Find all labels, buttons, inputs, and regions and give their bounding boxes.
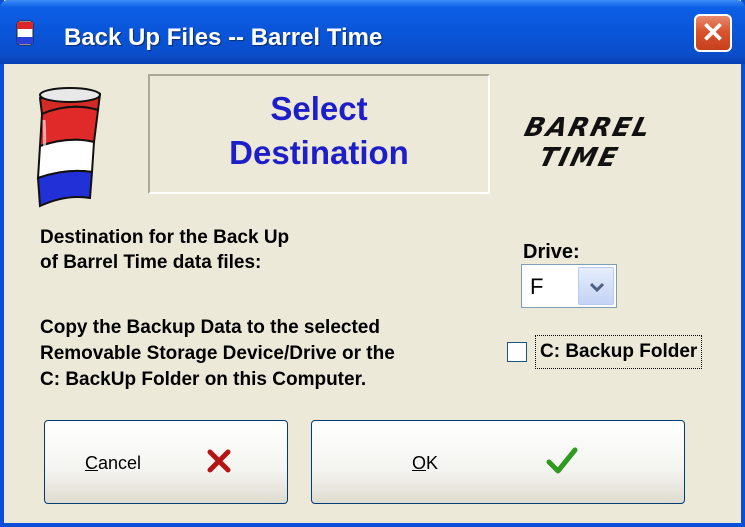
close-icon: ✕ (701, 17, 725, 48)
drive-label: Drive: (523, 241, 580, 263)
svg-text:BARREL: BARREL (521, 112, 655, 143)
destination-label-line1: Destination for the Back Up (40, 227, 290, 248)
instructions-line2: Removable Storage Device/Drive or the (40, 343, 395, 364)
barrel-time-logo: BARREL TIME (521, 112, 655, 173)
backup-folder-label[interactable]: C: Backup Folder (535, 335, 703, 369)
backup-dialog: Back Up Files -- Barrel Time ✕ Select De… (0, 0, 745, 527)
chevron-down-icon (590, 282, 604, 292)
cancel-x-icon (207, 449, 231, 473)
header-title-line1: Select (270, 90, 368, 127)
ok-button-label: OK (412, 453, 439, 473)
ok-check-icon (546, 447, 578, 474)
backup-folder-option[interactable]: C: Backup Folder (507, 335, 732, 369)
cancel-button[interactable]: Cancel (44, 420, 288, 504)
barrel-app-icon (16, 20, 34, 46)
ok-button[interactable]: OK (311, 420, 685, 504)
header-panel: Select Destination (148, 74, 490, 194)
cancel-button-label: Cancel (85, 453, 142, 473)
drive-select[interactable]: F (521, 264, 617, 308)
header-title-line2: Destination (229, 134, 409, 171)
svg-text:TIME: TIME (536, 142, 623, 173)
drive-select-value: F (530, 274, 544, 299)
backup-folder-checkbox[interactable] (507, 342, 527, 362)
barrel-logo-icon (36, 87, 102, 208)
close-button[interactable]: ✕ (694, 14, 732, 52)
window-title: Back Up Files -- Barrel Time (64, 24, 383, 51)
instructions-line3: C: BackUp Folder on this Computer. (40, 369, 367, 390)
drive-dropdown-button[interactable] (578, 267, 614, 305)
destination-label-line2: of Barrel Time data files: (40, 252, 262, 273)
instructions-line1: Copy the Backup Data to the selected (40, 317, 380, 338)
title-bar[interactable]: Back Up Files -- Barrel Time ✕ (0, 0, 745, 64)
